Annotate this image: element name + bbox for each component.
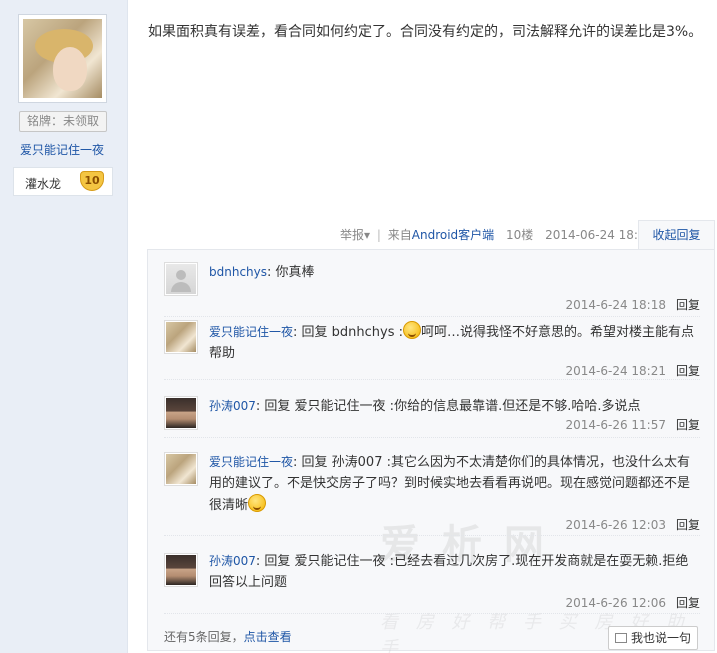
reply-datetime: 2014-6-26 12:06	[565, 596, 666, 610]
blonde-avatar-icon	[166, 454, 196, 484]
blonde-avatar-icon	[166, 322, 196, 352]
reply-button[interactable]: 回复	[676, 364, 700, 378]
collapse-replies-button[interactable]: 收起回复	[638, 220, 715, 250]
reply-footer: 2014-6-24 18:18 回复	[565, 296, 700, 313]
reply-footer: 2014-6-26 12:06 回复	[565, 594, 700, 611]
reply-body: 爱只能记住一夜: 回复 孙涛007 :其它么因为不太清楚你们的具体情况，也没什么…	[209, 452, 700, 516]
reply-datetime: 2014-6-24 18:18	[565, 298, 666, 312]
reply-body: 孙涛007: 回复 爱只能记住一夜 :你给的信息最靠谱.但还是不够.哈哈.多说点	[209, 396, 700, 417]
level-title: 灌水龙	[25, 177, 62, 191]
reply-avatar[interactable]	[164, 553, 198, 587]
reply-text: : 回复 bdnhchys :	[293, 325, 404, 340]
user-avatar[interactable]	[18, 14, 107, 103]
reply-username[interactable]: 孙涛007	[209, 554, 256, 568]
post-meta: 举报▾ | 来自Android客户端 10楼 2014-06-24 18:10	[340, 226, 653, 244]
reply-item: 爱只能记住一夜: 回复 孙涛007 :其它么因为不太清楚你们的具体情况，也没什么…	[164, 448, 700, 536]
reply-body: bdnhchys: 你真棒	[209, 262, 700, 283]
reply-username[interactable]: bdnhchys	[209, 265, 267, 279]
reply-footer: 2014-6-26 12:03 回复	[565, 516, 700, 533]
edit-icon	[614, 633, 627, 643]
reply-button[interactable]: 回复	[676, 298, 700, 312]
reply-avatar[interactable]	[164, 396, 198, 430]
reply-button[interactable]: 回复	[676, 418, 700, 432]
reply-item: 爱只能记住一夜: 回复 bdnhchys : 呵呵…说得我怪不好意思的。希望对楼主…	[164, 318, 700, 380]
user-sidebar: 铭牌：未领取 爱只能记住一夜 灌水龙 10	[0, 0, 128, 653]
view-more-link[interactable]: 点击查看	[244, 630, 292, 644]
man-avatar-icon	[166, 398, 196, 428]
reply-panel: 爱 析 网 看 房 好 帮 手 买 房 好 助 手 bdnhchys: 你真棒 …	[147, 249, 715, 653]
author-username[interactable]: 爱只能记住一夜	[0, 141, 124, 158]
reply-button[interactable]: 回复	[676, 596, 700, 610]
client-link[interactable]: Android客户端	[412, 228, 494, 242]
post-content: 如果面积真有误差，看合同如何约定了。合同没有约定的，司法解释允许的误差比是3%。	[148, 24, 703, 40]
reply-avatar[interactable]	[164, 320, 198, 354]
more-replies-text: 还有5条回复，	[164, 630, 244, 644]
reply-datetime: 2014-6-26 11:57	[565, 418, 666, 432]
report-dropdown-icon[interactable]: ▾	[364, 228, 370, 242]
reply-text: : 回复 爱只能记住一夜 :你给的信息最靠谱.但还是不够.哈哈.多说点	[255, 399, 641, 414]
reply-username[interactable]: 爱只能记住一夜	[209, 325, 293, 339]
reply-username[interactable]: 爱只能记住一夜	[209, 455, 293, 469]
reply-body: 孙涛007: 回复 爱只能记住一夜 :已经去看过几次房了.现在开发商就是在耍无赖…	[209, 551, 700, 593]
add-comment-label: 我也说一句	[630, 631, 691, 645]
reply-item: 孙涛007: 回复 爱只能记住一夜 :你给的信息最靠谱.但还是不够.哈哈.多说点…	[164, 390, 700, 438]
client-prefix: 来自	[387, 228, 412, 242]
nameplate-button[interactable]: 铭牌：未领取	[19, 111, 107, 132]
reply-datetime: 2014-6-26 12:03	[565, 518, 666, 532]
add-comment-button[interactable]: 我也说一句	[608, 626, 698, 650]
reply-avatar[interactable]	[164, 452, 198, 486]
reply-avatar[interactable]	[164, 262, 198, 296]
reply-body: 爱只能记住一夜: 回复 bdnhchys : 呵呵…说得我怪不好意思的。希望对楼主…	[209, 321, 700, 364]
reply-item: 孙涛007: 回复 爱只能记住一夜 :已经去看过几次房了.现在开发商就是在耍无赖…	[164, 550, 700, 614]
level-badge-icon: 10	[80, 171, 104, 191]
user-level-box: 灌水龙 10	[13, 167, 113, 196]
blank-avatar-icon	[166, 264, 196, 294]
meta-separator: |	[376, 228, 381, 242]
more-replies-notice: 还有5条回复，点击查看	[164, 628, 292, 645]
reply-text: : 回复 爱只能记住一夜 :已经去看过几次房了.现在开发商就是在耍无赖.拒绝回答…	[209, 554, 689, 590]
reply-footer: 2014-6-24 18:21 回复	[565, 362, 700, 379]
reply-item: bdnhchys: 你真棒 2014-6-24 18:18 回复	[164, 262, 700, 317]
reply-button[interactable]: 回复	[676, 518, 700, 532]
reply-footer: 2014-6-26 11:57 回复	[565, 416, 700, 433]
avatar-image	[23, 19, 102, 98]
report-link[interactable]: 举报▾	[340, 228, 370, 242]
reply-username[interactable]: 孙涛007	[209, 399, 256, 413]
reply-datetime: 2014-6-24 18:21	[565, 364, 666, 378]
smiley-emoticon-icon	[248, 494, 267, 512]
floor-number: 10楼	[506, 228, 534, 242]
reply-text: : 你真棒	[267, 265, 315, 280]
man-avatar-icon	[166, 555, 196, 585]
smiley-emoticon-icon	[403, 321, 422, 339]
